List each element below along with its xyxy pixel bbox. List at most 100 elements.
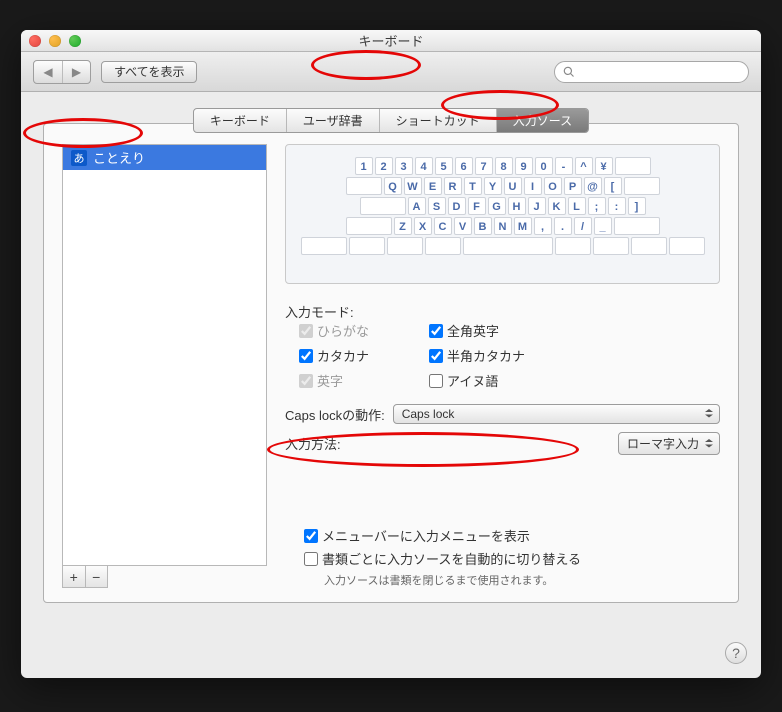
key: P	[564, 177, 582, 195]
key: M	[514, 217, 532, 235]
source-list[interactable]: あ ことえり	[62, 144, 267, 566]
key: .	[554, 217, 572, 235]
key: Y	[484, 177, 502, 195]
key: -	[555, 157, 573, 175]
key: 2	[375, 157, 393, 175]
key: J	[528, 197, 546, 215]
checkbox[interactable]	[429, 374, 443, 388]
key: 9	[515, 157, 533, 175]
toolbar: ◀ ▶ すべてを表示	[21, 52, 761, 92]
checkbox	[299, 374, 313, 388]
key: 5	[435, 157, 453, 175]
key: 6	[455, 157, 473, 175]
tab-shortcuts[interactable]: ショートカット	[380, 109, 497, 132]
key: H	[508, 197, 526, 215]
search-icon	[563, 66, 575, 78]
show-menu-checkbox[interactable]	[304, 529, 318, 543]
input-mode-option[interactable]: アイヌ語	[429, 371, 579, 390]
key: C	[434, 217, 452, 235]
key: F	[468, 197, 486, 215]
key: I	[524, 177, 542, 195]
panel: あ ことえり + − 1234567890-^¥..QWERTYUIOP@[..…	[43, 123, 739, 603]
input-mode-option[interactable]: 半角カタカナ	[429, 346, 579, 365]
input-method-row: 入力方法: ローマ字入力	[285, 432, 720, 455]
show-menu-check[interactable]: メニューバーに入力メニューを表示	[304, 526, 720, 545]
input-mode-checks: ひらがな全角英字カタカナ半角カタカナ英字アイヌ語	[299, 321, 720, 390]
tabs: キーボード ユーザ辞書 ショートカット 入力ソース	[193, 108, 589, 133]
input-mode-option: ひらがな	[299, 321, 419, 340]
key: ;	[588, 197, 606, 215]
key: ^	[575, 157, 593, 175]
input-method-select[interactable]: ローマ字入力	[618, 432, 720, 455]
forward-button[interactable]: ▶	[62, 61, 90, 83]
tab-user-dict[interactable]: ユーザ辞書	[287, 109, 380, 132]
footnote: 入力ソースは書類を閉じるまで使用されます。	[324, 572, 720, 588]
titlebar: キーボード	[21, 30, 761, 52]
window-title: キーボード	[21, 31, 761, 50]
key: R	[444, 177, 462, 195]
key: :	[608, 197, 626, 215]
key: V	[454, 217, 472, 235]
key: 3	[395, 157, 413, 175]
kotoeri-icon: あ	[71, 150, 87, 166]
checkbox[interactable]	[299, 349, 313, 363]
detail: 1234567890-^¥..QWERTYUIOP@[..ASDFGHJKL;:…	[285, 144, 720, 588]
add-button[interactable]: +	[63, 566, 85, 587]
key: /	[574, 217, 592, 235]
remove-button[interactable]: −	[85, 566, 108, 587]
keyboard-preview: 1234567890-^¥..QWERTYUIOP@[..ASDFGHJKL;:…	[285, 144, 720, 284]
key: G	[488, 197, 506, 215]
key: X	[414, 217, 432, 235]
help-button[interactable]: ?	[725, 642, 747, 664]
tab-input-sources[interactable]: 入力ソース	[497, 109, 588, 132]
key: ,	[534, 217, 552, 235]
list-item[interactable]: あ ことえり	[63, 145, 266, 170]
nav-buttons: ◀ ▶	[33, 60, 91, 84]
input-mode-option[interactable]: カタカナ	[299, 346, 419, 365]
input-mode-option[interactable]: 全角英字	[429, 321, 579, 340]
key: 8	[495, 157, 513, 175]
key: E	[424, 177, 442, 195]
key: @	[584, 177, 602, 195]
key: N	[494, 217, 512, 235]
key: T	[464, 177, 482, 195]
checkbox[interactable]	[429, 324, 443, 338]
search-field[interactable]	[554, 61, 749, 83]
tab-keyboard[interactable]: キーボード	[194, 109, 287, 132]
input-method-label: 入力方法:	[285, 434, 341, 453]
auto-switch-checkbox[interactable]	[304, 552, 318, 566]
key: L	[568, 197, 586, 215]
show-all-button[interactable]: すべてを表示	[101, 61, 197, 83]
search-input[interactable]	[579, 65, 740, 79]
key: U	[504, 177, 522, 195]
key: B	[474, 217, 492, 235]
key: A	[408, 197, 426, 215]
key: W	[404, 177, 422, 195]
key: Z	[394, 217, 412, 235]
key: [	[604, 177, 622, 195]
checkbox[interactable]	[429, 349, 443, 363]
caps-lock-select[interactable]: Caps lock	[393, 404, 720, 424]
input-mode-option: 英字	[299, 371, 419, 390]
key: 1	[355, 157, 373, 175]
key: ]	[628, 197, 646, 215]
key: 7	[475, 157, 493, 175]
checkbox	[299, 324, 313, 338]
back-button[interactable]: ◀	[34, 61, 62, 83]
key: _	[594, 217, 612, 235]
add-remove: + −	[62, 566, 108, 588]
key: D	[448, 197, 466, 215]
preferences-window: キーボード ◀ ▶ すべてを表示 キーボード ユーザ辞書 ショートカット 入力ソ…	[21, 30, 761, 678]
caps-lock-label: Caps lockの動作:	[285, 405, 385, 424]
auto-switch-check[interactable]: 書類ごとに入力ソースを自動的に切り替える	[304, 549, 720, 568]
key: O	[544, 177, 562, 195]
key: K	[548, 197, 566, 215]
key: 0	[535, 157, 553, 175]
key: S	[428, 197, 446, 215]
key: Q	[384, 177, 402, 195]
content: キーボード ユーザ辞書 ショートカット 入力ソース あ ことえり + −	[21, 92, 761, 678]
sidebar: あ ことえり + −	[62, 144, 267, 588]
footer: メニューバーに入力メニューを表示 書類ごとに入力ソースを自動的に切り替える 入力…	[304, 526, 720, 588]
key: 4	[415, 157, 433, 175]
input-mode-label: 入力モード:	[285, 302, 720, 321]
